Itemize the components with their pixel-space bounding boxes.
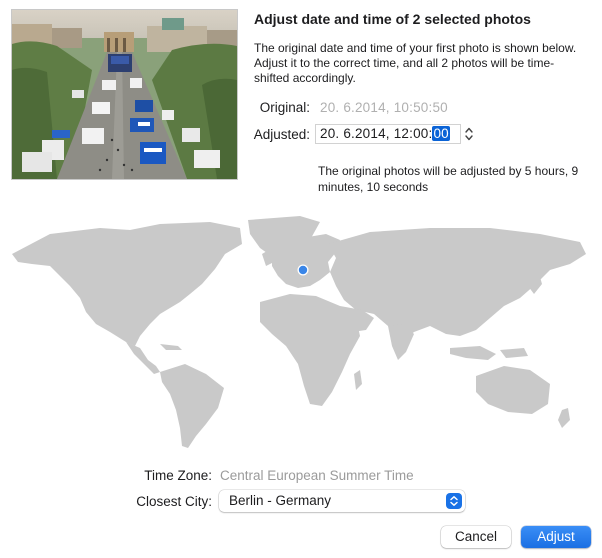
adjust-date-time-dialog: Adjust date and time of 2 selected photo… <box>0 0 602 558</box>
southeast-asia-islands-shape <box>450 346 496 360</box>
original-label: Original: <box>259 100 310 115</box>
caribbean-shape <box>160 344 182 350</box>
photo-thumbnail-image <box>12 10 237 179</box>
adjusted-datetime-text[interactable]: 20. 6.2014, 12:00: <box>320 126 432 141</box>
continents <box>12 216 586 448</box>
time-zone-value: Central European Summer Time <box>220 468 414 483</box>
dialog-title: Adjust date and time of 2 selected photo… <box>254 11 531 27</box>
dialog-description: The original date and time of your first… <box>254 41 577 85</box>
madagascar-shape <box>354 370 362 390</box>
south-america-shape <box>160 364 224 448</box>
time-zone-label: Time Zone: <box>144 468 212 483</box>
shift-description: The original photos will be adjusted by … <box>318 164 579 194</box>
original-datetime-value: 20. 6.2014, 10:50:50 <box>320 100 448 115</box>
new-zealand-shape <box>558 408 570 428</box>
world-map[interactable] <box>10 214 592 450</box>
central-america-shape <box>126 342 160 374</box>
up-down-chevron-icon[interactable] <box>463 124 475 144</box>
closest-city-popup[interactable]: Berlin - Germany <box>219 490 465 512</box>
photo-thumbnail <box>11 9 238 180</box>
adjusted-datetime-field[interactable]: 20. 6.2014, 12:00:00 <box>315 124 461 144</box>
closest-city-value[interactable]: Berlin - Germany <box>229 493 331 508</box>
north-america-shape <box>12 222 242 346</box>
australia-shape <box>476 366 550 414</box>
seconds-segment-selected[interactable]: 00 <box>432 126 450 141</box>
adjusted-label: Adjusted: <box>253 127 310 142</box>
popup-chevron-icon[interactable] <box>446 493 462 509</box>
world-map-graphic[interactable] <box>10 214 592 450</box>
datetime-stepper[interactable] <box>463 124 475 144</box>
cancel-button[interactable]: Cancel <box>441 526 511 548</box>
closest-city-label: Closest City: <box>136 494 212 509</box>
location-pin-icon[interactable] <box>297 264 309 276</box>
adjust-button[interactable]: Adjust <box>521 526 591 548</box>
